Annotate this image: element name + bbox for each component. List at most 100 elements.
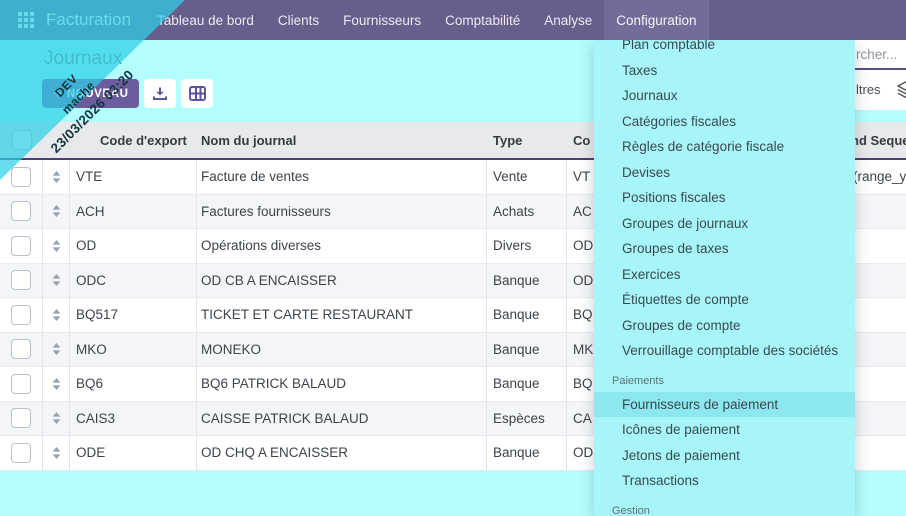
row-checkbox[interactable] [11, 374, 31, 394]
cell-journal-name: MONEKO [201, 342, 261, 357]
new-button[interactable]: + NOUVEAU [42, 79, 139, 108]
app-window: Code d'export Nom du journal Type Co nd … [0, 0, 906, 516]
cell-journal-type: Achats [493, 204, 534, 219]
apps-grid-icon[interactable] [18, 12, 34, 28]
row-checkbox[interactable] [11, 167, 31, 187]
row-checkbox[interactable] [11, 443, 31, 463]
app-brand[interactable]: Facturation [46, 10, 131, 30]
cell-journal-type: Banque [493, 307, 540, 322]
cell-export-code: ODE [76, 445, 105, 460]
row-checkbox[interactable] [11, 305, 31, 325]
cell-journal-name: Opérations diverses [201, 238, 321, 253]
column-header-code[interactable]: Code d'export [70, 133, 197, 148]
dropdown-menu-item[interactable]: Groupes de compte [594, 313, 855, 339]
row-checkbox-cell [0, 402, 43, 436]
nav-menu-item-comptabilit-[interactable]: Comptabilité [433, 0, 532, 40]
sort-handle-icon[interactable] [43, 229, 70, 263]
row-checkbox[interactable] [11, 339, 31, 359]
search-placeholder: rcher... [856, 47, 897, 62]
column-header-name[interactable]: Nom du journal [197, 133, 487, 148]
dropdown-menu-item[interactable]: Groupes de journaux [594, 211, 855, 237]
dropdown-menu-item[interactable]: Plan comptable [594, 40, 855, 58]
cell-journal-type: Divers [493, 238, 531, 253]
sort-handle-icon[interactable] [43, 160, 70, 194]
cell-code-fragment: CA [573, 411, 592, 426]
sort-handle-icon[interactable] [43, 367, 70, 401]
cell-sequence-fragment: (range_y [853, 169, 906, 184]
dropdown-menu-item[interactable]: Étiquettes de compte [594, 287, 855, 313]
layers-group-icon[interactable] [897, 81, 906, 98]
cell-code-fragment: BQ [573, 376, 593, 391]
row-checkbox[interactable] [11, 408, 31, 428]
cell-export-code: ACH [76, 204, 105, 219]
dropdown-menu-item[interactable]: Positions fiscales [594, 185, 855, 211]
row-checkbox[interactable] [11, 201, 31, 221]
nav-menu-item-analyse[interactable]: Analyse [532, 0, 604, 40]
dropdown-menu-item[interactable]: Icônes de paiement [594, 417, 855, 443]
nav-menu-item-fournisseurs[interactable]: Fournisseurs [331, 0, 433, 40]
filters-button[interactable]: ltres [856, 82, 881, 97]
select-all-checkbox-cell [0, 122, 43, 158]
cell-code-fragment: BQ [573, 307, 593, 322]
cell-journal-type: Espèces [493, 411, 545, 426]
dropdown-menu-item[interactable]: Journaux [594, 83, 855, 109]
nav-menu-item-tableau-de-bord[interactable]: Tableau de bord [145, 0, 266, 40]
cell-journal-type: Vente [493, 169, 528, 184]
cell-journal-name: CAISSE PATRICK BALAUD [201, 411, 369, 426]
sort-handle-icon[interactable] [43, 436, 70, 470]
dropdown-menu-item[interactable]: Exercices [594, 262, 855, 288]
cell-journal-name: TICKET ET CARTE RESTAURANT [201, 307, 413, 322]
nav-menu-item-configuration[interactable]: Configuration [604, 0, 708, 40]
dropdown-menu-item[interactable]: Verrouillage comptable des sociétés [594, 338, 855, 364]
dropdown-menu-item[interactable]: Catégories fiscales [594, 109, 855, 135]
row-checkbox-cell [0, 333, 43, 367]
cell-journal-name: Facture de ventes [201, 169, 309, 184]
row-checkbox-cell [0, 195, 43, 229]
row-checkbox-cell [0, 298, 43, 332]
plus-icon: + [53, 85, 62, 102]
dropdown-menu-item[interactable]: Taxes [594, 58, 855, 84]
sort-handle-icon[interactable] [43, 333, 70, 367]
sort-handle-icon[interactable] [43, 195, 70, 229]
cell-export-code: VTE [76, 169, 102, 184]
toolbar: + NOUVEAU [42, 79, 213, 108]
new-button-label: NOUVEAU [67, 88, 129, 100]
row-checkbox[interactable] [11, 270, 31, 290]
cell-export-code: MKO [76, 342, 107, 357]
dropdown-menu-item[interactable]: Règles de catégorie fiscale [594, 134, 855, 160]
dropdown-menu-item[interactable]: Fournisseurs de paiement [594, 392, 855, 418]
row-checkbox-cell [0, 160, 43, 194]
cell-code-fragment: OD [573, 238, 593, 253]
cell-code-fragment: OD [573, 273, 593, 288]
row-checkbox-cell [0, 229, 43, 263]
dropdown-menu-item[interactable]: Groupes de taxes [594, 236, 855, 262]
sort-handle-icon[interactable] [43, 298, 70, 332]
cell-journal-name: OD CHQ A ENCAISSER [201, 445, 348, 460]
page-title: Journaux [44, 48, 122, 70]
dropdown-section-label: Paiements [594, 370, 855, 392]
column-header-type[interactable]: Type [487, 133, 567, 148]
view-switch-button[interactable] [181, 79, 213, 108]
dropdown-menu-item[interactable]: Transactions [594, 468, 855, 494]
dropdown-menu-item[interactable]: Jetons de paiement [594, 443, 855, 469]
cell-journal-type: Banque [493, 376, 540, 391]
row-checkbox[interactable] [11, 236, 31, 256]
dropdown-section-label: Gestion [594, 500, 855, 516]
export-download-button[interactable] [144, 79, 176, 108]
nav-menu-item-clients[interactable]: Clients [266, 0, 331, 40]
cell-journal-name: Factures fournisseurs [201, 204, 331, 219]
row-checkbox-cell [0, 367, 43, 401]
cell-code-fragment: OD [573, 445, 593, 460]
top-navbar: Facturation Tableau de bordClientsFourni… [0, 0, 906, 40]
sort-handle-icon[interactable] [43, 264, 70, 298]
cell-code-fragment: AC [573, 204, 592, 219]
sort-handle-icon[interactable] [43, 402, 70, 436]
row-checkbox-cell [0, 436, 43, 470]
cell-journal-type: Banque [493, 342, 540, 357]
download-icon [152, 86, 168, 102]
cell-journal-name: BQ6 PATRICK BALAUD [201, 376, 346, 391]
dropdown-menu-item[interactable]: Devises [594, 160, 855, 186]
cell-journal-type: Banque [493, 445, 540, 460]
cell-journal-type: Banque [493, 273, 540, 288]
select-all-checkbox[interactable] [12, 130, 32, 150]
